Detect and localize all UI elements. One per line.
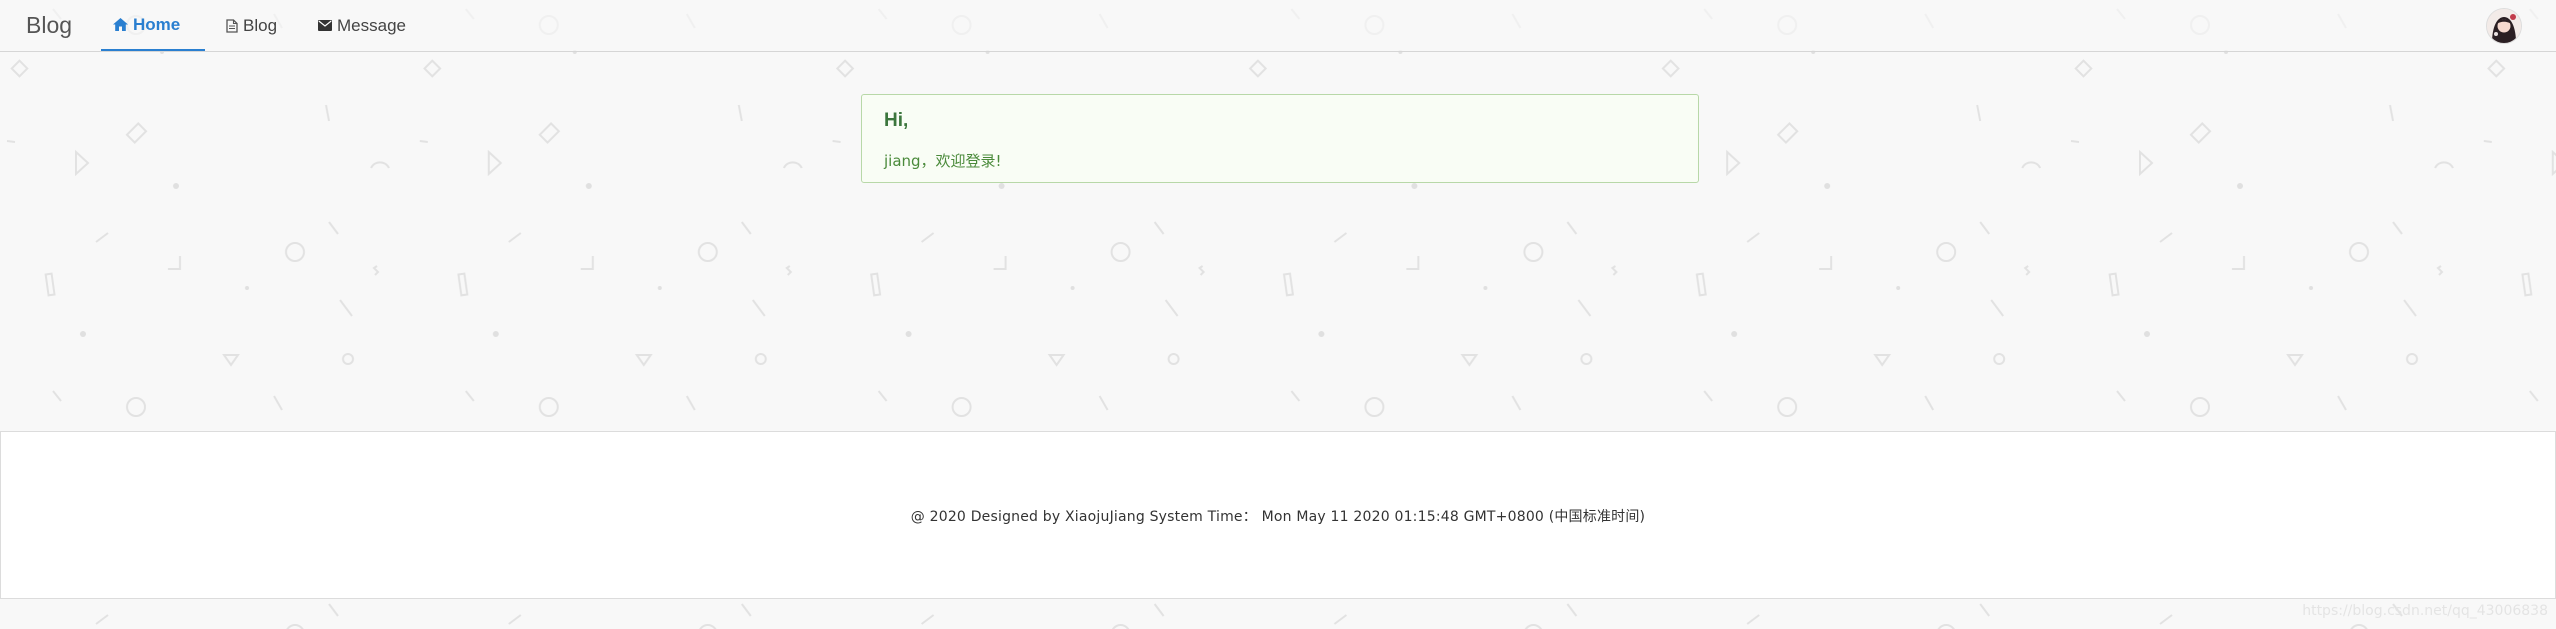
brand-logo[interactable]: Blog bbox=[26, 12, 72, 39]
nav-item-blog[interactable]: Blog bbox=[214, 0, 304, 51]
nav-item-message[interactable]: Message bbox=[306, 0, 424, 51]
user-avatar[interactable] bbox=[2486, 8, 2522, 44]
nav-item-label: Blog bbox=[243, 15, 278, 35]
welcome-title: Hi, bbox=[884, 110, 909, 131]
footer-text: @ 2020 Designed by XiaojuJiang System Ti… bbox=[910, 509, 1646, 525]
file-icon bbox=[226, 18, 238, 33]
envelope-icon bbox=[318, 20, 332, 31]
watermark-text: https://blog.csdn.net/qq_43006838 bbox=[2302, 603, 2548, 619]
home-icon bbox=[113, 18, 128, 31]
top-navbar: Blog Home Blog Message bbox=[0, 0, 2556, 52]
welcome-message: jiang，欢迎登录! bbox=[884, 152, 1002, 170]
page-footer: @ 2020 Designed by XiaojuJiang System Ti… bbox=[0, 431, 2556, 599]
nav-item-home[interactable]: Home bbox=[101, 0, 205, 51]
welcome-alert: Hi, jiang，欢迎登录! bbox=[861, 94, 1699, 183]
nav-item-label: Home bbox=[133, 14, 181, 34]
nav-item-label: Message bbox=[337, 15, 406, 35]
